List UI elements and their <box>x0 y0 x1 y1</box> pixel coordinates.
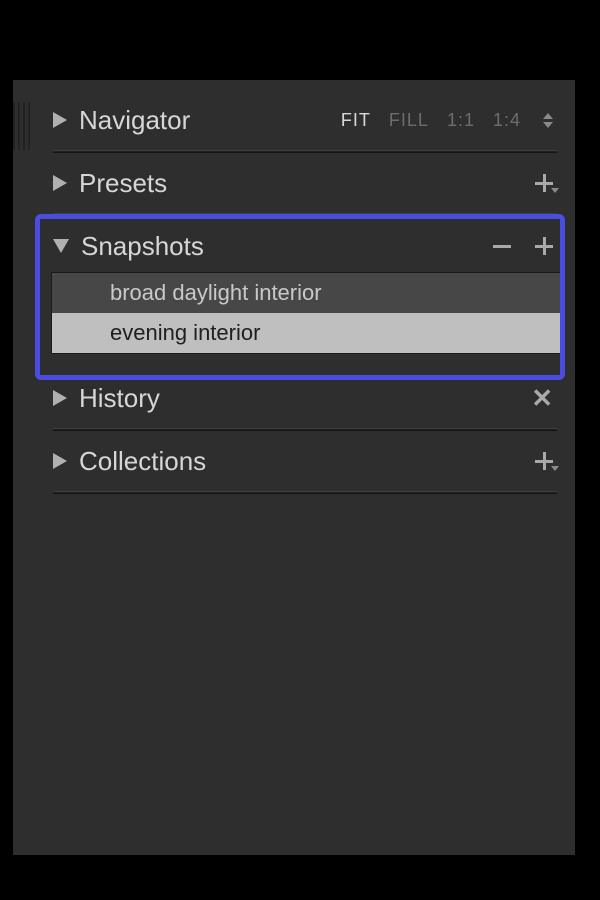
disclosure-triangle-icon <box>53 453 67 469</box>
panel-divider <box>53 213 557 216</box>
clear-history-button[interactable]: ✕ <box>531 385 553 411</box>
panel-divider <box>53 491 557 494</box>
snapshots-title: Snapshots <box>81 231 204 262</box>
history-header[interactable]: History ✕ <box>53 374 557 422</box>
zoom-stepper-icon[interactable] <box>543 113 553 128</box>
add-snapshot-button[interactable] <box>535 237 553 255</box>
presets-panel: Presets <box>53 157 557 216</box>
snapshot-label: evening interior <box>110 320 260 346</box>
snapshot-label: broad daylight interior <box>110 280 322 306</box>
presets-header[interactable]: Presets <box>53 159 557 207</box>
left-panel-container: Navigator FIT FILL 1:1 1:4 Presets <box>13 80 575 855</box>
snapshot-item[interactable]: evening interior <box>52 313 561 353</box>
snapshots-list: broad daylight interior evening interior <box>51 272 561 354</box>
navigator-panel: Navigator FIT FILL 1:1 1:4 <box>53 94 557 153</box>
remove-snapshot-button[interactable] <box>493 245 511 248</box>
snapshots-panel: Snapshots broad daylight interior evenin… <box>53 220 557 354</box>
navigator-title: Navigator <box>79 105 190 136</box>
collections-title: Collections <box>79 446 206 477</box>
panel-divider <box>53 150 557 153</box>
snapshot-item[interactable]: broad daylight interior <box>52 273 561 313</box>
panel-resize-grip[interactable] <box>13 102 33 150</box>
panel-divider <box>53 428 557 431</box>
history-title: History <box>79 383 160 414</box>
collections-panel: Collections <box>53 435 557 494</box>
disclosure-triangle-icon <box>53 239 69 253</box>
snapshots-header[interactable]: Snapshots <box>53 222 557 270</box>
history-panel: History ✕ <box>53 372 557 431</box>
disclosure-triangle-icon <box>53 390 67 406</box>
zoom-1-4[interactable]: 1:4 <box>493 110 521 131</box>
disclosure-triangle-icon <box>53 175 67 191</box>
add-preset-button[interactable] <box>535 174 553 192</box>
panel-stack: Navigator FIT FILL 1:1 1:4 Presets <box>53 94 557 498</box>
collections-header[interactable]: Collections <box>53 437 557 485</box>
zoom-1-1[interactable]: 1:1 <box>447 110 475 131</box>
zoom-fill[interactable]: FILL <box>389 110 429 131</box>
navigator-zoom-options: FIT FILL 1:1 1:4 <box>341 110 553 131</box>
navigator-header[interactable]: Navigator FIT FILL 1:1 1:4 <box>53 96 557 144</box>
add-collection-button[interactable] <box>535 452 553 470</box>
zoom-fit[interactable]: FIT <box>341 110 371 131</box>
disclosure-triangle-icon <box>53 112 67 128</box>
presets-title: Presets <box>79 168 167 199</box>
